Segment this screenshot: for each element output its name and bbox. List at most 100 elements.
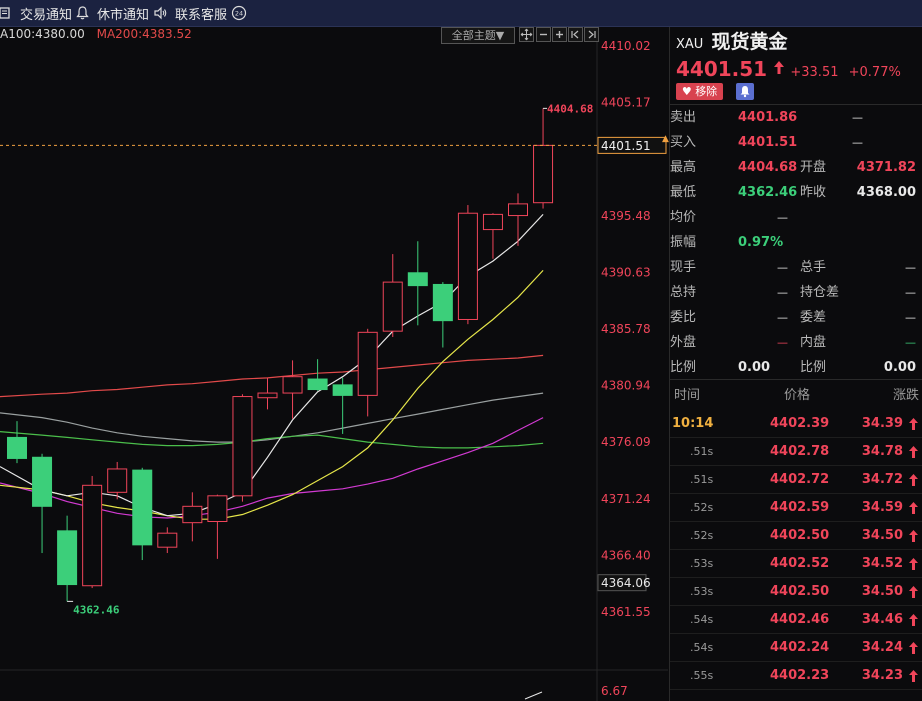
- candle-down: [332, 384, 353, 396]
- tick-time: .52s: [690, 501, 714, 514]
- tick-row[interactable]: .53s 4402.52 34.52: [670, 550, 922, 578]
- tick-row[interactable]: .51s 4402.78 34.78: [670, 438, 922, 466]
- kline-chart[interactable]: 4410.02 4405.17 4395.48 4390.63 4385.78 4380.…: [0, 27, 668, 701]
- candle-up: [357, 331, 378, 396]
- tick-time: .52s: [690, 529, 714, 542]
- crosshair-icon[interactable]: [519, 27, 534, 42]
- stat-label: 卖出: [670, 110, 697, 125]
- stat-label: 比例: [670, 360, 697, 375]
- tick-row[interactable]: .52s 4402.50 34.50: [670, 522, 922, 550]
- stat-dash: —: [777, 286, 788, 299]
- price-axis-label: 4395.48: [601, 209, 651, 223]
- stat-value: 0.00: [883, 360, 916, 375]
- symbol-code: XAU: [676, 37, 704, 52]
- price-axis-label: 4371.24: [601, 492, 651, 506]
- stat-dash: —: [905, 311, 916, 324]
- candle-up: [157, 532, 178, 548]
- stat-label: 委比: [670, 310, 697, 325]
- tick-row[interactable]: .52s 4402.59 34.59: [670, 494, 922, 522]
- tick-price: 4402.78: [770, 444, 830, 459]
- subchart-line: [524, 691, 543, 700]
- candle-up: [382, 281, 403, 332]
- stat-dash: —: [777, 261, 788, 274]
- stat-dash: —: [777, 211, 788, 224]
- zoom-in-icon[interactable]: [552, 27, 567, 42]
- scroll-right-icon[interactable]: [584, 27, 599, 42]
- tick-row[interactable]: .54s 4402.46 34.46: [670, 606, 922, 634]
- bell-icon: [76, 6, 89, 20]
- stat-row: 最高 4404.68 开盘 4371.82: [670, 155, 922, 180]
- tick-price: 4402.39: [770, 416, 830, 431]
- stat-dash: —: [905, 286, 916, 299]
- menu-icon[interactable]: [0, 0, 14, 26]
- high-price-label: 4404.68: [547, 102, 593, 115]
- tick-price: 4402.72: [770, 472, 830, 487]
- ticks-header: 时间 价格 涨跌: [670, 383, 922, 408]
- trade-notice-button[interactable]: 交易通知: [20, 4, 89, 23]
- stat-dash: —: [777, 311, 788, 324]
- stat-label: 振幅: [670, 235, 697, 250]
- customer-service-button[interactable]: 联系客服 24: [175, 4, 247, 23]
- candle-up: [482, 213, 503, 231]
- remove-watch-label: 移除: [695, 85, 718, 98]
- tick-price: 4402.59: [770, 500, 830, 515]
- svg-text:24: 24: [235, 10, 243, 18]
- candle-up: [182, 505, 203, 524]
- ticks-header-time: 时间: [674, 388, 701, 403]
- candle-down: [307, 378, 328, 391]
- ma100-label: A100:4380.00: [0, 27, 85, 41]
- theme-dropdown[interactable]: 全部主题▼: [441, 27, 515, 44]
- customer-service-label: 联系客服: [175, 7, 228, 23]
- stat-dash: —: [852, 136, 863, 149]
- stat-row: 卖出 4401.86 —: [670, 105, 922, 130]
- kline-chart-canvas[interactable]: 4410.02 4405.17 4395.48 4390.63 4385.78 4380.…: [0, 27, 668, 701]
- stat-label: 均价: [670, 210, 697, 225]
- stat-label: 现手: [670, 260, 697, 275]
- price-axis-label: 4366.40: [601, 548, 651, 562]
- last-price: 4401.51: [676, 57, 768, 81]
- tick-change: 34.52: [861, 556, 903, 571]
- up-arrow-icon: [909, 494, 918, 522]
- stat-value: 4371.82: [856, 160, 916, 175]
- tick-change: 34.59: [861, 500, 903, 515]
- buy-marker-icon: ▲: [662, 134, 669, 144]
- price-axis-label: 4410.02: [601, 39, 651, 53]
- tick-change: 34.23: [861, 668, 903, 683]
- ma-legend: A100:4380.00 MA200:4383.52: [0, 27, 192, 41]
- up-arrow-icon: [909, 634, 918, 662]
- tick-time: .55s: [690, 669, 714, 682]
- tick-change: 34.39: [861, 416, 903, 431]
- candle-up: [82, 484, 103, 587]
- trade-notice-label: 交易通知: [20, 7, 73, 23]
- tick-row[interactable]: .54s 4402.24 34.24: [670, 634, 922, 662]
- remove-watch-button[interactable]: ♥ 移除: [676, 83, 723, 100]
- scroll-left-icon[interactable]: [568, 27, 583, 42]
- price-axis-label: 4390.63: [601, 265, 651, 279]
- candle-up: [107, 468, 128, 493]
- candle-up: [207, 495, 228, 523]
- tick-price: 4402.52: [770, 556, 830, 571]
- candle-down: [57, 530, 78, 586]
- tick-time: .51s: [690, 445, 714, 458]
- tick-change: 34.50: [861, 584, 903, 599]
- price-alert-button[interactable]: [736, 83, 754, 100]
- row-divider: [670, 689, 922, 690]
- market-close-notice-button[interactable]: 休市通知: [97, 4, 167, 23]
- up-arrow-icon: [909, 550, 918, 578]
- tick-row[interactable]: .55s 4402.23 34.23: [670, 662, 922, 690]
- candle-down: [132, 469, 153, 546]
- tick-time: .51s: [690, 473, 714, 486]
- tick-row[interactable]: .51s 4402.72 34.72: [670, 466, 922, 494]
- zoom-out-icon[interactable]: [536, 27, 551, 42]
- tick-row[interactable]: 10:14 4402.39 34.39: [670, 410, 922, 438]
- candle-up: [533, 144, 554, 204]
- ticks-header-change: 涨跌: [892, 388, 919, 403]
- headset-icon: 24: [231, 5, 247, 21]
- stat-label: 总手: [800, 260, 827, 275]
- candle-up: [508, 203, 528, 217]
- stat-row: 买入 4401.51 —: [670, 130, 922, 155]
- up-arrow-icon: [909, 606, 918, 634]
- up-arrow-icon: [909, 410, 918, 438]
- tick-price: 4402.46: [770, 612, 830, 627]
- tick-row[interactable]: .53s 4402.50 34.50: [670, 578, 922, 606]
